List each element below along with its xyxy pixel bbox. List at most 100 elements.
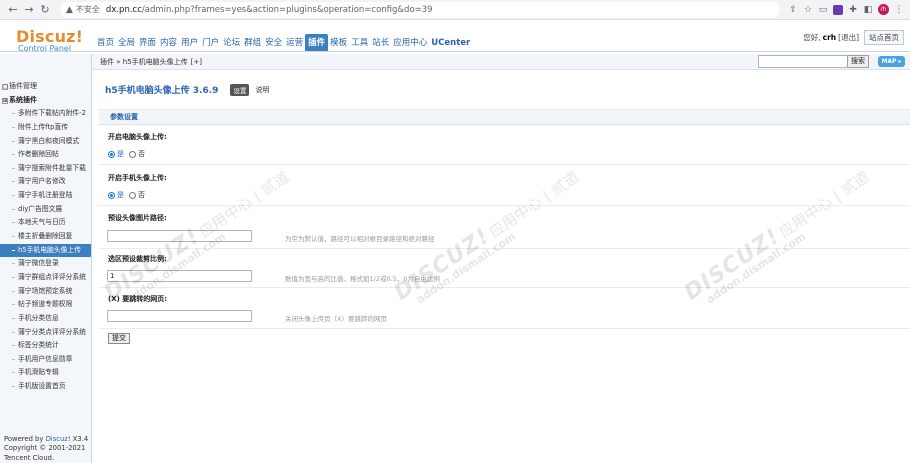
- sidebar-item[interactable]: 蒲宁搜索附件批量下载: [0, 162, 91, 176]
- sidebar: □ 插件管理 ⊞ 系统插件 多附件下载帖内附件-2 附件上传ftp直传 蒲宁黑白和夜间模式作…: [0, 54, 92, 463]
- search-input[interactable]: [758, 55, 848, 68]
- sidebar-item-label: 蒲宁手机注册登陆: [18, 191, 73, 200]
- nav-templates[interactable]: 模板: [328, 36, 349, 51]
- divider: [99, 328, 910, 329]
- nav-app-center[interactable]: 应用中心: [391, 36, 429, 51]
- nav-groups[interactable]: 群组: [242, 36, 263, 51]
- greeting: 您好,: [803, 33, 821, 42]
- site-home-button[interactable]: 站点首页: [864, 30, 904, 45]
- sidebar-item-label: 蒲宁用户名修改: [18, 177, 66, 186]
- item-bullet-icon[interactable]: □: [2, 84, 8, 90]
- radio-group-pc-upload: 是 否: [108, 149, 150, 159]
- sidebar-item[interactable]: 手机滑贴专辑: [0, 366, 91, 380]
- sidebar-item[interactable]: 蒲宁手机注册登陆: [0, 189, 91, 203]
- address-bar[interactable]: ▲ 不安全 dx.pn.cc/admin.php?frames=yes&acti…: [60, 1, 780, 18]
- radio-pc-yes[interactable]: [108, 150, 115, 158]
- map-button[interactable]: MAP ▸: [878, 56, 905, 67]
- nav-ucenter[interactable]: UCenter: [429, 36, 472, 51]
- warning-icon[interactable]: ▲: [66, 5, 73, 15]
- share-icon[interactable]: ⇪: [788, 5, 798, 15]
- nav-forum[interactable]: 论坛: [221, 36, 242, 51]
- sidebar-item-label: 蒲宁微信登录: [18, 259, 59, 268]
- sidebar-item[interactable]: 蒲宁群组点评评分系统: [0, 271, 91, 285]
- sidebar-item[interactable]: □ 插件管理: [0, 80, 91, 94]
- page-title-row: h5手机电脑头像上传 3.6.9 设置 说明: [105, 83, 269, 96]
- nav-portal[interactable]: 门户: [200, 36, 221, 51]
- redirect-url-hint: 关闭头像上传页（X）要跳转的网页: [285, 315, 387, 323]
- window-icon[interactable]: ▭: [818, 5, 828, 15]
- radio-mobile-no[interactable]: [129, 191, 136, 199]
- sidebar-item[interactable]: 楼主折叠删除回复: [0, 230, 91, 244]
- radio-pc-no[interactable]: [129, 150, 136, 158]
- submit-button[interactable]: 提交: [108, 333, 130, 344]
- sidebar-item[interactable]: 蒲宁分类点评评分系统: [0, 326, 91, 340]
- nav-plugins[interactable]: 插件: [305, 34, 329, 51]
- sidebar-item[interactable]: 蒲宁场馆预定系统: [0, 285, 91, 299]
- sidebar-item-label: 手机分类信息: [18, 313, 59, 322]
- nav-security[interactable]: 安全: [263, 36, 284, 51]
- sidebar-item-label: 楼主折叠删除回复: [18, 232, 73, 241]
- sidebar-item[interactable]: 多附件下载帖内附件-2: [0, 107, 91, 121]
- profile-avatar[interactable]: rh: [878, 4, 889, 15]
- side-panel-icon[interactable]: ◧: [863, 5, 873, 15]
- logo[interactable]: Discuz! Control Panel: [16, 29, 83, 54]
- bookmark-star-icon[interactable]: ☆: [803, 5, 813, 15]
- search-button[interactable]: 搜索: [847, 55, 869, 68]
- nav-tools[interactable]: 工具: [349, 36, 370, 51]
- nav-interface[interactable]: 界面: [137, 36, 158, 51]
- url-text[interactable]: dx.pn.cc/admin.php?frames=yes&action=plu…: [106, 5, 433, 15]
- add-shortcut-link[interactable]: [+]: [191, 58, 202, 66]
- crop-ratio-hint: 数值为宽与高的比值，格式如1/2或0.5，0为自由比例: [285, 275, 440, 283]
- sidebar-item[interactable]: 帖子频道专题权限: [0, 298, 91, 312]
- logout-link[interactable]: [退出]: [838, 32, 859, 43]
- sidebar-footer: Powered by Discuz! X3.4 Copyright © 2001…: [4, 434, 89, 462]
- sidebar-item-label: 插件管理: [9, 82, 37, 90]
- sidebar-item[interactable]: 作者删除回帖: [0, 148, 91, 162]
- sidebar-item[interactable]: 手机用户信息勋章: [0, 353, 91, 367]
- sidebar-item-selected[interactable]: h5手机电脑头像上传: [0, 243, 91, 258]
- sidebar-item[interactable]: 附件上传ftp直传: [0, 121, 91, 135]
- sidebar-item-label: 附件上传ftp直传: [18, 122, 69, 131]
- insecure-label[interactable]: 不安全: [76, 4, 100, 15]
- sidebar-item[interactable]: 蒲宁用户名修改: [0, 175, 91, 189]
- field-label-crop-ratio: 选区预设裁剪比例:: [108, 255, 167, 263]
- nav-users[interactable]: 用户: [179, 36, 200, 51]
- avatar-path-input[interactable]: [107, 230, 252, 242]
- sidebar-item[interactable]: 标签分类统计: [0, 339, 91, 353]
- sidebar-item-label: 手机滑贴专辑: [18, 368, 59, 377]
- radio-mobile-yes[interactable]: [108, 191, 115, 199]
- tab-description[interactable]: 说明: [255, 85, 269, 95]
- sidebar-item[interactable]: 手机分类信息: [0, 312, 91, 326]
- divider: [99, 205, 910, 206]
- sidebar-item[interactable]: diy广告图文展: [0, 203, 91, 217]
- discuz-link[interactable]: Discuz!: [46, 435, 71, 443]
- forward-icon[interactable]: →: [22, 3, 36, 17]
- sidebar-item[interactable]: 本地天气与日历: [0, 216, 91, 230]
- breadcrumb: 插件 » h5手机电脑头像上传 [+]: [100, 57, 202, 66]
- reload-icon[interactable]: ↻: [38, 3, 52, 17]
- avatar-path-hint: 为空为默认值，路径可以相对根目录路径和绝对路径: [285, 235, 435, 243]
- sidebar-item[interactable]: 手机版设置首页: [0, 380, 91, 394]
- sidebar-item[interactable]: 蒲宁微信登录: [0, 257, 91, 271]
- divider: [99, 164, 910, 165]
- redirect-url-input[interactable]: [107, 310, 252, 322]
- nav-content[interactable]: 内容: [158, 36, 179, 51]
- back-icon[interactable]: ←: [6, 3, 20, 17]
- nav-webmaster[interactable]: 站长: [370, 36, 391, 51]
- crop-ratio-input[interactable]: 1: [107, 270, 252, 282]
- nav-home[interactable]: 首页: [95, 36, 116, 51]
- sidebar-item-label: h5手机电脑头像上传: [18, 245, 82, 254]
- nav-operations[interactable]: 运营: [284, 36, 305, 51]
- expand-icon[interactable]: ⊞: [2, 97, 8, 104]
- admin-header: Discuz! Control Panel 首页 全局 界面 内容 用户 门户 …: [0, 20, 910, 54]
- field-label-mobile-upload: 开启手机头像上传:: [108, 174, 167, 182]
- extensions-puzzle-icon[interactable]: ✚: [848, 5, 858, 15]
- sidebar-item[interactable]: 蒲宁黑白和夜间模式: [0, 135, 91, 149]
- sidebar-item-label: 蒲宁黑白和夜间模式: [18, 136, 80, 145]
- nav-global[interactable]: 全局: [116, 36, 137, 51]
- sidebar-group[interactable]: ⊞ 系统插件: [0, 94, 91, 108]
- breadcrumb-bar: 插件 » h5手机电脑头像上传 [+] 搜索 MAP ▸: [92, 54, 910, 70]
- tab-settings[interactable]: 设置: [230, 83, 250, 96]
- extension-icon[interactable]: [833, 4, 843, 15]
- menu-dots-icon[interactable]: ⋮: [894, 5, 904, 15]
